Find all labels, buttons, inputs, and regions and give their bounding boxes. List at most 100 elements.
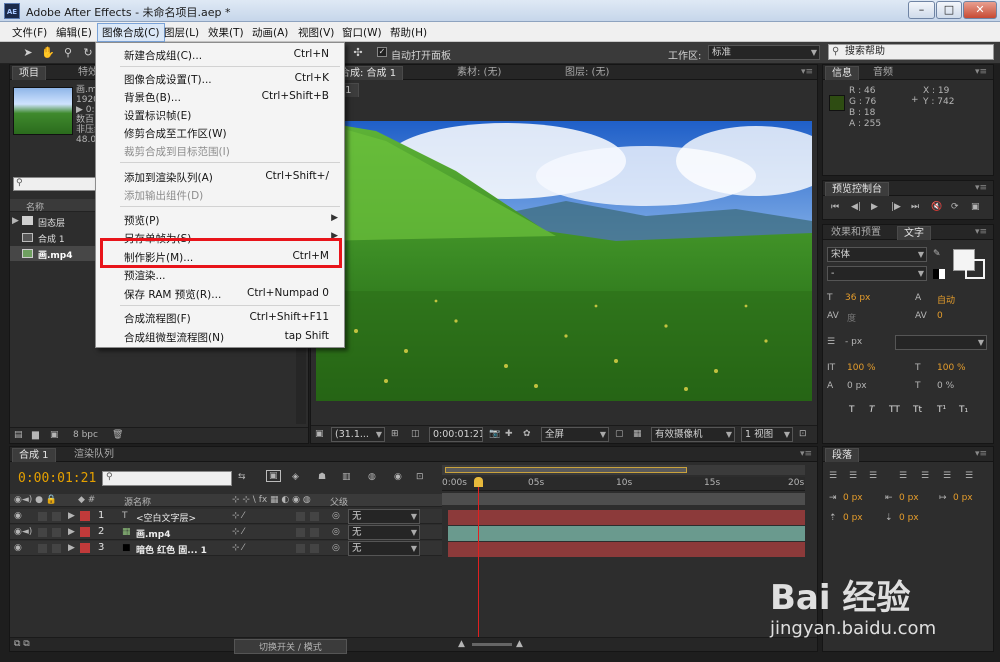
layer-bar[interactable] [448, 526, 805, 541]
always-preview-icon[interactable]: ▣ [315, 429, 324, 439]
previous-frame-button[interactable]: ◀| [851, 202, 861, 212]
interpret-footage-icon[interactable]: ▤ [14, 430, 23, 440]
panel-menu-icon[interactable]: ▾≡ [801, 67, 813, 77]
resolution-select[interactable]: 全屏 ▼ [541, 427, 609, 442]
timeline-search-input[interactable]: ⚲ [102, 471, 232, 486]
label-color[interactable] [80, 527, 90, 537]
faux-italic-button[interactable]: T [869, 405, 875, 415]
switch-box[interactable] [310, 512, 319, 521]
comp-flowchart-icon[interactable]: ⧉ ⧉ [14, 639, 30, 649]
visibility-icon[interactable]: ◉◄) [14, 527, 32, 537]
comp-mini-flowchart-icon[interactable]: ⇆ [238, 472, 246, 482]
time-ruler[interactable]: 0:00s 05s 10s 15s 20s [442, 477, 805, 491]
menu-item-set-poster-time[interactable]: 设置标识帧(E) [97, 105, 343, 123]
search-help-input[interactable]: ⚲ 搜索帮助 [828, 44, 994, 60]
magnification-select[interactable]: (31.1... ▼ [331, 427, 385, 442]
faux-bold-button[interactable]: T [849, 405, 855, 415]
panel-menu-icon[interactable]: ▾≡ [975, 67, 987, 77]
puppet-tool-icon[interactable]: ✣ [350, 45, 366, 60]
stroke-type-select[interactable]: ▼ [895, 335, 987, 350]
tab-character[interactable]: 文字 [897, 226, 931, 240]
expand-arrow-icon[interactable]: ▶ [68, 527, 75, 537]
label-color[interactable] [80, 511, 90, 521]
maximize-button[interactable]: □ [936, 1, 962, 19]
stroke-width-value[interactable]: - px [845, 337, 862, 347]
vertical-scale-value[interactable]: 100 % [847, 363, 876, 373]
ram-preview-button[interactable]: ▣ [971, 202, 980, 212]
navigator-range[interactable] [445, 467, 687, 473]
time-navigator[interactable] [442, 465, 805, 475]
snapshot-icon[interactable]: 📷 [489, 429, 500, 439]
live-update-icon[interactable]: ▣ [266, 470, 281, 482]
eyedropper-icon[interactable]: ✎ [933, 249, 941, 259]
all-caps-button[interactable]: TT [889, 405, 900, 415]
layer-name[interactable]: <空白文字层> [136, 511, 196, 524]
hand-tool-icon[interactable]: ✋ [40, 45, 56, 60]
leading-value[interactable]: 自动 [937, 293, 955, 306]
new-folder-icon[interactable]: ▆ [32, 430, 39, 440]
close-button[interactable]: ✕ [963, 1, 997, 19]
work-area-bar[interactable] [442, 493, 805, 505]
layer-row[interactable]: ◉ ▶ 1 T <空白文字层> ⊹ ⁄ ◎ 无 ▼ [10, 509, 442, 524]
brainstorm-icon[interactable]: ◉ [394, 472, 402, 482]
font-style-select[interactable]: - ▼ [827, 266, 927, 281]
menu-item-preview[interactable]: 预览(P) ▶ [97, 210, 343, 228]
menu-file[interactable]: 文件(F) [12, 25, 47, 40]
toggle-switches-modes-button[interactable]: 切换开关 / 模式 [234, 639, 347, 654]
auto-open-checkbox[interactable]: ✓ [377, 47, 387, 57]
minimize-button[interactable]: – [908, 1, 935, 19]
align-right-icon[interactable]: ☰ [869, 471, 877, 481]
mask-visibility-icon[interactable]: ◫ [411, 429, 420, 439]
menu-item-composition-flowchart[interactable]: 合成流程图(F) Ctrl+Shift+F11 [97, 308, 343, 326]
loop-button[interactable]: ⟳ [951, 202, 959, 212]
indent-right-value[interactable]: 0 px [899, 493, 919, 503]
visibility-icon[interactable]: ◉ [14, 511, 22, 521]
tab-comp-1[interactable]: 合成 1 [12, 448, 56, 462]
horizontal-scale-value[interactable]: 100 % [937, 363, 966, 373]
menu-item-composition-settings[interactable]: 图像合成设置(T)... Ctrl+K [97, 69, 343, 87]
current-time-indicator[interactable] [478, 479, 479, 639]
expand-arrow-icon[interactable]: ▶ [12, 216, 19, 226]
mute-button[interactable]: 🔇 [931, 202, 942, 212]
menu-view[interactable]: 视图(V) [298, 25, 334, 40]
zoom-out-icon[interactable]: ▲ [458, 639, 465, 649]
indent-first-value[interactable]: 0 px [953, 493, 973, 503]
menu-composition[interactable]: 图像合成(C) [97, 23, 165, 42]
font-size-value[interactable]: 36 px [845, 293, 870, 303]
space-after-value[interactable]: 0 px [899, 513, 919, 523]
parent-select[interactable]: 无 ▼ [348, 525, 420, 540]
align-center-icon[interactable]: ☰ [849, 471, 857, 481]
menu-help[interactable]: 帮助(H) [390, 25, 427, 40]
panel-menu-icon[interactable]: ▾≡ [975, 183, 987, 193]
menu-item-save-ram-preview[interactable]: 保存 RAM 预览(R)... Ctrl+Numpad 0 [97, 284, 343, 302]
superscript-button[interactable]: T¹ [937, 405, 946, 415]
channel-icon[interactable]: ✿ [523, 429, 531, 439]
zoom-slider[interactable] [472, 643, 512, 646]
panel-menu-icon[interactable]: ▾≡ [975, 227, 987, 237]
region-of-interest-icon[interactable]: ▢ [615, 429, 624, 439]
transparency-grid-icon[interactable]: ▦ [633, 429, 642, 439]
space-before-value[interactable]: 0 px [843, 513, 863, 523]
layer-bar[interactable] [448, 510, 805, 525]
show-snapshot-icon[interactable]: ✚ [505, 429, 513, 439]
switch-box[interactable] [296, 544, 305, 553]
layer-name[interactable]: 画.mp4 [136, 527, 171, 540]
last-frame-button[interactable]: ⏭ [911, 202, 919, 212]
expand-arrow-icon[interactable]: ▶ [68, 543, 75, 553]
switch-icon[interactable]: ⊹ ⁄ [232, 527, 244, 537]
workspace-select[interactable]: 标准 ▼ [708, 45, 820, 60]
safe-zones-icon[interactable]: ⊞ [391, 429, 399, 439]
draft-3d-icon[interactable]: ◈ [292, 472, 299, 482]
first-frame-button[interactable]: ⏮ [831, 202, 839, 212]
zoom-tool-icon[interactable]: ⚲ [60, 45, 76, 60]
pick-whip-icon[interactable]: ◎ [332, 511, 340, 521]
label-color[interactable] [80, 543, 90, 553]
tab-layer[interactable]: 图层: (无) [559, 66, 615, 80]
layer-row[interactable]: ◉ ▶ 3 ■ 暗色 红色 固... 1 ⊹ ⁄ ◎ 无 ▼ [10, 541, 442, 556]
tab-effects-presets[interactable]: 效果和预置 [825, 226, 887, 240]
tab-paragraph[interactable]: 段落 [825, 448, 859, 462]
project-search-input[interactable]: ⚲ [13, 177, 103, 191]
solo-checkbox[interactable] [38, 512, 47, 521]
menu-window[interactable]: 窗口(W) [342, 25, 382, 40]
menu-edit[interactable]: 编辑(E) [56, 25, 92, 40]
